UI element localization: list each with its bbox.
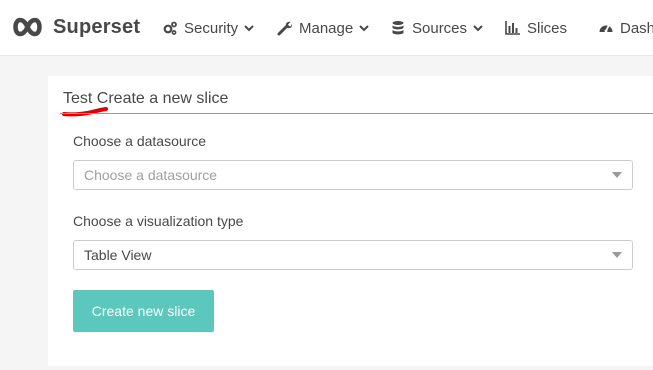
chevron-down-icon (244, 25, 254, 32)
database-icon (392, 21, 404, 35)
nav-dashboards[interactable]: Dash (598, 18, 653, 38)
bar-chart-icon (505, 21, 520, 35)
chevron-down-icon (359, 25, 369, 32)
nav-dashboards-label: Dash (620, 19, 653, 37)
viz-type-value: Table View (84, 247, 152, 263)
top-navbar: Superset Security Manage Sources Slices … (0, 0, 653, 56)
red-underline-annotation (62, 107, 108, 117)
dashboard-icon (599, 24, 613, 33)
nav-manage-label: Manage (299, 19, 354, 37)
nav-sources[interactable]: Sources (390, 18, 483, 38)
viz-type-label: Choose a visualization type (73, 213, 244, 229)
chevron-down-icon (473, 25, 483, 32)
brand-name: Superset (53, 15, 141, 38)
title-divider (60, 113, 653, 114)
nav-security-label: Security (184, 19, 239, 37)
datasource-placeholder: Choose a datasource (84, 167, 218, 183)
nav-security[interactable]: Security (162, 18, 254, 38)
nav-slices[interactable]: Slices (505, 18, 567, 38)
datasource-select[interactable]: Choose a datasource (73, 160, 633, 190)
viz-type-select[interactable]: Table View (73, 240, 633, 270)
create-slice-panel: Test Create a new slice Choose a datasou… (48, 76, 653, 366)
infinity-logo-icon (13, 17, 42, 37)
gears-icon (163, 21, 177, 35)
nav-slices-label: Slices (527, 19, 568, 37)
datasource-label: Choose a datasource (73, 133, 207, 149)
caret-down-icon (612, 252, 622, 258)
nav-sources-label: Sources (412, 19, 468, 37)
wrench-icon (277, 21, 293, 36)
caret-down-icon (612, 172, 622, 178)
create-new-slice-button[interactable]: Create new slice (73, 290, 214, 332)
nav-manage[interactable]: Manage (277, 18, 369, 38)
brand[interactable]: Superset (11, 14, 140, 40)
